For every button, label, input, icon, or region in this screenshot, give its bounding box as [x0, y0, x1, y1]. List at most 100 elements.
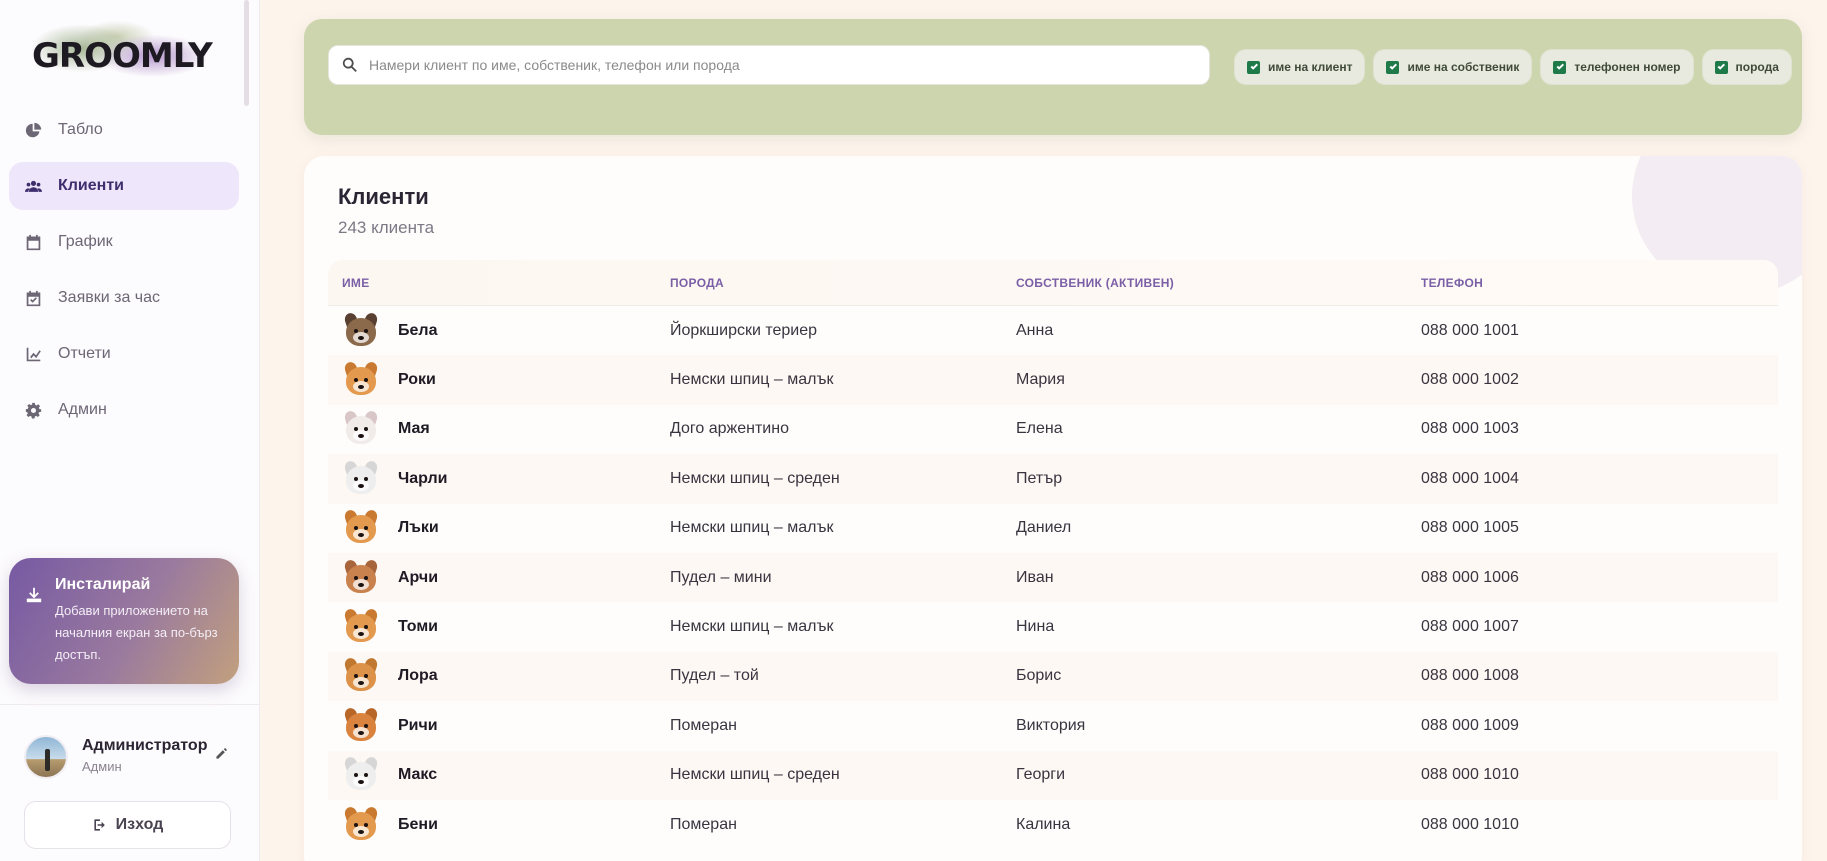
clients-count: 243 клиента — [338, 218, 435, 237]
pet-avatar — [342, 655, 380, 697]
checkbox-checked-icon[interactable] — [1714, 60, 1728, 74]
avatar[interactable] — [24, 735, 68, 779]
search-panel: име на клиент име на собственик телефоне… — [304, 19, 1802, 135]
sidebar-item-clients[interactable]: Клиенти — [9, 162, 239, 210]
sidebar-item-label: Заявки за час — [58, 289, 161, 306]
table-row[interactable]: Макс Немски шпиц – среден Георги 088 000 10… — [328, 750, 1778, 800]
cell-breed: Немски шпиц – малък — [670, 618, 834, 636]
filter-label: име на клиент — [1268, 60, 1353, 74]
table-row[interactable]: Бени Померан Калина 088 000 1010 — [328, 800, 1778, 849]
pet-name: Макс — [398, 766, 438, 784]
cell-owner: Георги — [1016, 766, 1066, 784]
sidebar-item-appointment-requests[interactable]: Заявки за час — [9, 274, 239, 322]
pie-chart-icon — [24, 121, 42, 139]
table-row[interactable]: Ричи Померан Виктория 088 000 1009 — [328, 701, 1778, 750]
pet-avatar-eye — [364, 723, 368, 728]
pet-avatar — [342, 804, 380, 846]
table-row[interactable]: Чарли Немски шпиц – среден Петър 088 000 10… — [328, 454, 1778, 504]
search-filters: име на клиент име на собственик телефоне… — [1234, 49, 1800, 85]
pet-avatar-nose — [358, 730, 364, 735]
app-logo[interactable]: GROOMLY — [28, 14, 213, 90]
pet-avatar — [342, 458, 380, 500]
checkbox-checked-icon[interactable] — [1386, 60, 1400, 74]
pet-avatar — [342, 310, 380, 352]
sidebar-item-label: Отчети — [58, 345, 111, 362]
cell-breed: Пудел – той — [670, 667, 759, 685]
column-header-name[interactable]: ИМЕ — [328, 276, 670, 290]
cell-owner: Петър — [1016, 469, 1063, 487]
user-profile: Администратор Админ — [24, 733, 244, 781]
cell-phone: 088 000 1007 — [1421, 618, 1519, 636]
table-row[interactable]: Роки Немски шпиц – малък Мария 088 000 1002 — [328, 355, 1778, 405]
pet-avatar-nose — [358, 582, 364, 587]
cell-phone: 088 000 1001 — [1421, 321, 1519, 339]
column-header-owner[interactable]: СОБСТВЕНИК (АКТИВЕН) — [1016, 276, 1421, 290]
pet-avatar — [342, 606, 380, 648]
checkbox-checked-icon[interactable] — [1553, 60, 1567, 74]
clients-table: ИМЕ ПОРОДА СОБСТВЕНИК (АКТИВЕН) ТЕЛЕФОН … — [328, 260, 1778, 849]
filter-client-name[interactable]: име на клиент — [1234, 49, 1366, 85]
cell-name: Бени — [328, 804, 670, 846]
cell-owner: Нина — [1016, 618, 1055, 636]
pet-name: Арчи — [398, 568, 439, 586]
pet-avatar-nose — [358, 829, 364, 834]
table-row[interactable]: Лъки Немски шпиц – малък Даниел 088 000 100… — [328, 504, 1778, 553]
pet-avatar-nose — [358, 483, 364, 488]
filter-owner-name[interactable]: име на собственик — [1373, 49, 1533, 85]
pet-avatar-eye — [354, 575, 358, 580]
pet-avatar-eye — [364, 822, 368, 827]
cell-breed: Пудел – мини — [670, 568, 772, 586]
filter-label: телефонен номер — [1574, 60, 1681, 74]
logout-button[interactable]: Изход — [24, 801, 231, 849]
cell-phone: 088 000 1010 — [1421, 815, 1519, 833]
cell-name: Мая — [328, 408, 670, 450]
cell-breed: Померан — [670, 716, 737, 734]
cell-phone: 088 000 1010 — [1421, 766, 1519, 784]
cell-breed: Немски шпиц – малък — [670, 519, 834, 537]
search-box[interactable] — [328, 45, 1210, 85]
pet-avatar — [342, 408, 380, 450]
pet-avatar — [342, 705, 380, 747]
pet-avatar-nose — [358, 632, 364, 637]
pet-name: Бела — [398, 321, 438, 339]
search-input[interactable] — [369, 57, 1209, 73]
cell-owner: Мария — [1016, 371, 1065, 389]
table-row[interactable]: Лора Пудел – той Борис 088 000 1008 — [328, 651, 1778, 702]
pet-name: Бени — [398, 815, 438, 833]
cell-name: Бела — [328, 310, 670, 352]
checkbox-checked-icon[interactable] — [1247, 60, 1260, 74]
table-row[interactable]: Бела Йоркширски териер Анна 088 000 1001 — [328, 306, 1778, 355]
pet-name: Лора — [398, 667, 438, 685]
cell-name: Ричи — [328, 705, 670, 747]
pet-avatar-eye — [354, 328, 358, 333]
filter-breed[interactable]: порода — [1701, 49, 1792, 85]
table-row[interactable]: Мая Дого аржентино Елена 088 000 1003 — [328, 405, 1778, 454]
install-app-card[interactable]: Инсталирай Добави приложението на началн… — [9, 558, 239, 684]
filter-phone-number[interactable]: телефонен номер — [1540, 49, 1694, 85]
table-row[interactable]: Арчи Пудел – мини Иван 088 000 1006 — [328, 552, 1778, 603]
search-icon — [342, 57, 357, 73]
cell-phone: 088 000 1008 — [1421, 667, 1519, 685]
sidebar-item-schedule[interactable]: График — [9, 218, 239, 266]
column-header-phone[interactable]: ТЕЛЕФОН — [1421, 276, 1721, 290]
sidebar-item-reports[interactable]: Отчети — [9, 330, 239, 378]
table-row[interactable]: Томи Немски шпиц – малък Нина 088 000 1007 — [328, 602, 1778, 651]
cell-phone: 088 000 1005 — [1421, 519, 1519, 537]
sidebar-item-dashboard[interactable]: Табло — [9, 106, 239, 154]
cell-breed: Немски шпиц – среден — [670, 469, 840, 487]
cell-phone: 088 000 1002 — [1421, 371, 1519, 389]
cell-breed: Йоркширски териер — [670, 321, 818, 339]
cell-name: Роки — [328, 359, 670, 401]
sidebar-scrollbar[interactable] — [244, 0, 249, 106]
pet-avatar-eye — [354, 723, 358, 728]
cell-name: Томи — [328, 606, 670, 648]
pet-name: Роки — [398, 371, 436, 389]
sidebar-divider — [0, 704, 259, 705]
cell-breed: Дого аржентино — [670, 420, 789, 438]
pencil-icon[interactable] — [214, 745, 230, 761]
sidebar-item-admin[interactable]: Админ — [9, 386, 239, 434]
pet-avatar-eye — [354, 476, 358, 481]
pet-avatar-eye — [354, 625, 358, 630]
column-header-breed[interactable]: ПОРОДА — [670, 276, 1016, 290]
pet-avatar — [342, 754, 380, 796]
